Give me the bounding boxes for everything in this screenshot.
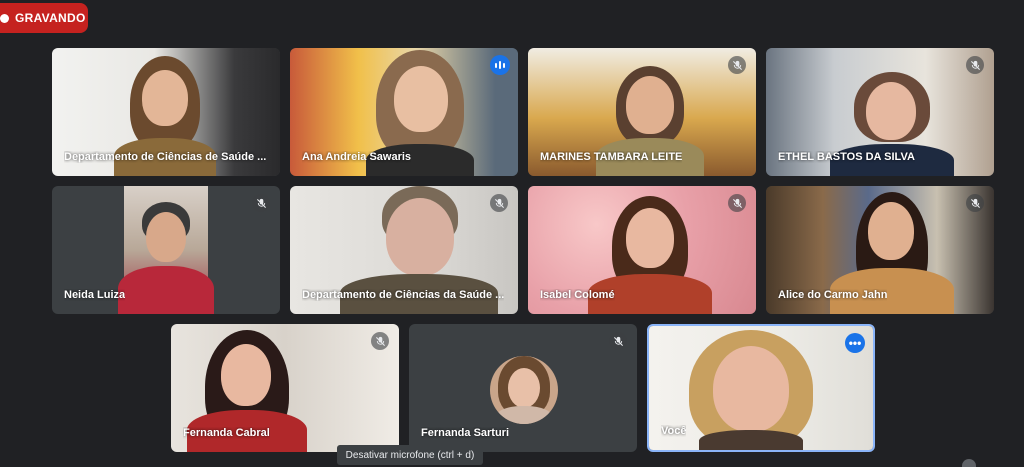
participant-tile[interactable]: Neida Luiza <box>52 186 280 314</box>
recording-label: GRAVANDO <box>15 11 86 25</box>
participant-name: Isabel Colomé <box>540 289 615 301</box>
participant-tile[interactable]: Fernanda Cabral <box>171 324 399 452</box>
audio-levels-icon <box>490 55 510 75</box>
record-dot-icon <box>0 13 9 23</box>
participant-tile[interactable]: Fernanda Sarturi <box>409 324 637 452</box>
participant-tile[interactable]: Departamento de Ciências da Saúde ... <box>290 186 518 314</box>
participant-name: Ana Andreia Sawaris <box>302 151 412 163</box>
mic-tooltip: Desativar microfone (ctrl + d) <box>337 445 483 465</box>
participant-name: Neida Luiza <box>64 289 126 301</box>
mic-off-icon <box>966 194 984 212</box>
participant-tile[interactable]: MARINES TAMBARA LEITE <box>528 48 756 176</box>
participant-name: Fernanda Sarturi <box>421 427 510 439</box>
participant-tile-self[interactable]: ••• Você <box>647 324 875 452</box>
more-options-icon[interactable]: ••• <box>845 333 865 353</box>
participant-name: MARINES TAMBARA LEITE <box>540 151 683 163</box>
participant-video <box>118 186 214 314</box>
mic-off-icon <box>252 194 270 212</box>
mic-off-icon <box>490 194 508 212</box>
participant-tile[interactable]: Ana Andreia Sawaris <box>290 48 518 176</box>
participant-name: Alice do Carmo Jahn <box>778 289 888 301</box>
participant-tile[interactable]: Isabel Colomé <box>528 186 756 314</box>
mic-off-icon <box>609 332 627 350</box>
mic-off-icon <box>966 56 984 74</box>
recording-indicator: GRAVANDO <box>0 3 88 33</box>
participant-tile[interactable]: ETHEL BASTOS DA SILVA <box>766 48 994 176</box>
participant-video <box>588 196 712 314</box>
participant-name: Fernanda Cabral <box>183 427 270 439</box>
avatar <box>490 356 558 424</box>
participant-tile[interactable]: Departamento de Ciências de Saúde ... <box>52 48 280 176</box>
mic-off-icon <box>728 194 746 212</box>
participant-name: ETHEL BASTOS DA SILVA <box>778 151 915 163</box>
participant-video <box>689 330 813 450</box>
chevron-up-icon[interactable] <box>962 459 976 467</box>
participant-tile[interactable]: Alice do Carmo Jahn <box>766 186 994 314</box>
mic-off-icon <box>728 56 746 74</box>
participant-name: Você <box>661 425 687 437</box>
participant-name: Departamento de Ciências da Saúde ... <box>302 289 505 301</box>
mic-off-icon <box>371 332 389 350</box>
participant-name: Departamento de Ciências de Saúde ... <box>64 151 267 163</box>
